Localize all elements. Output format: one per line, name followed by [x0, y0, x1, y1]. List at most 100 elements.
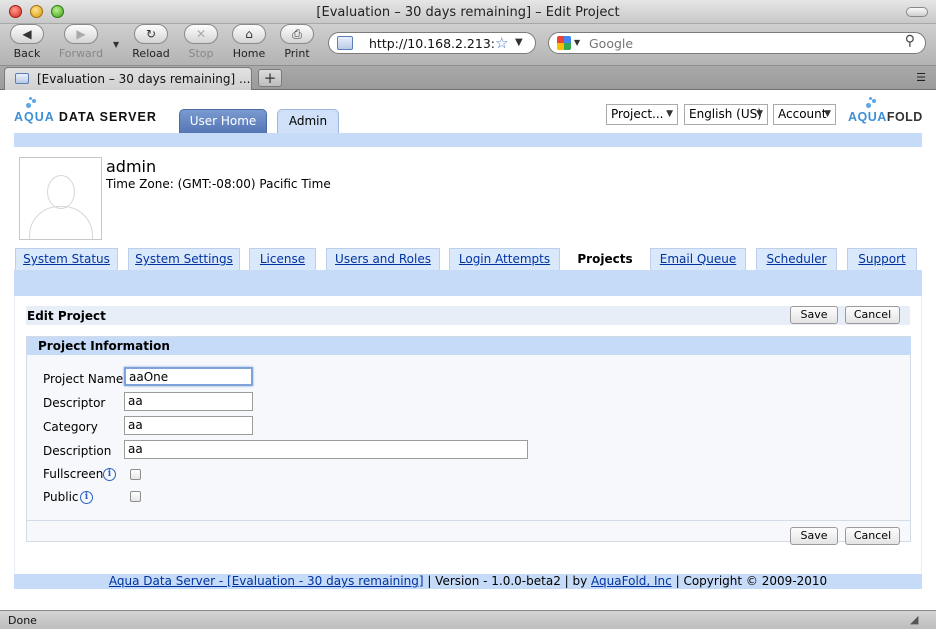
tab-system-settings[interactable]: System Settings	[128, 248, 240, 270]
search-input[interactable]	[589, 36, 889, 51]
header-band	[14, 133, 922, 147]
forward-label: Forward	[58, 47, 104, 60]
version-text: | Version - 1.0.0-beta2 | by	[427, 574, 588, 588]
project-select-value: Project...	[611, 107, 664, 121]
section-title: Project Information	[38, 339, 170, 353]
tab-support[interactable]: Support	[847, 248, 917, 270]
page-title: Edit Project	[27, 309, 106, 323]
company-link[interactable]: AquaFold, Inc	[591, 574, 672, 588]
status-bar: Done ◢	[0, 610, 936, 629]
search-bar[interactable]: ▼ ⚲	[548, 32, 926, 54]
tab-license[interactable]: License	[249, 248, 316, 270]
history-dropdown-icon[interactable]: ▼	[113, 40, 119, 49]
info-icon[interactable]: i	[103, 468, 116, 481]
product-link[interactable]: Aqua Data Server - [Evaluation - 30 days…	[109, 574, 424, 588]
fullscreen-checkbox[interactable]	[130, 469, 141, 480]
project-name-input[interactable]: aaOne	[124, 367, 253, 386]
admin-tab-band	[14, 270, 922, 296]
stop-button[interactable]: ✕ Stop	[178, 24, 224, 60]
tab-system-status[interactable]: System Status	[15, 248, 118, 270]
project-select[interactable]: Project... ▼	[606, 104, 678, 125]
account-select[interactable]: Account ▼	[773, 104, 836, 125]
print-button[interactable]: ⎙ Print	[274, 24, 320, 60]
chevron-down-icon: ▼	[756, 109, 763, 119]
page-icon	[337, 36, 353, 50]
tab-users-and-roles[interactable]: Users and Roles	[326, 248, 440, 270]
print-label: Print	[284, 47, 310, 60]
address-bar[interactable]: http://10.168.2.213: ☆ ▼	[328, 32, 536, 54]
stop-icon: ✕	[184, 24, 218, 44]
description-input[interactable]: aa	[124, 440, 528, 459]
printer-icon: ⎙	[280, 24, 314, 44]
public-checkbox[interactable]	[130, 491, 141, 502]
tab-login-attempts[interactable]: Login Attempts	[449, 248, 560, 270]
browser-toolbar: ◀ Back ▶ Forward ▼ ↻ Reload ✕ Stop ⌂ Hom…	[0, 24, 936, 66]
tab-admin[interactable]: Admin	[277, 109, 339, 133]
cancel-button[interactable]: Cancel	[845, 527, 900, 545]
chevron-down-icon: ▼	[666, 109, 673, 119]
user-name: admin	[106, 157, 157, 176]
category-input[interactable]: aa	[124, 416, 253, 435]
logo-bubbles-icon	[866, 97, 880, 109]
logo-text: AQUA DATA SERVER	[14, 110, 157, 124]
address-dropdown-icon[interactable]: ▼	[515, 37, 523, 48]
tab-user-home[interactable]: User Home	[179, 109, 267, 133]
home-button[interactable]: ⌂ Home	[226, 24, 272, 60]
info-icon[interactable]: i	[80, 491, 93, 504]
tab-label[interactable]: Email Queue	[660, 252, 737, 266]
tab-page-icon	[15, 73, 29, 84]
resize-grip-icon[interactable]: ◢	[910, 613, 924, 627]
new-tab-button[interactable]: +	[258, 69, 282, 87]
tab-label[interactable]: Scheduler	[766, 252, 826, 266]
reload-button[interactable]: ↻ Reload	[128, 24, 174, 60]
tab-label[interactable]: Login Attempts	[459, 252, 550, 266]
window-title: [Evaluation – 30 days remaining] – Edit …	[316, 5, 620, 20]
bookmark-star-icon[interactable]: ☆	[495, 34, 508, 52]
save-button[interactable]: Save	[790, 527, 838, 545]
tab-label[interactable]: Projects	[577, 252, 632, 266]
account-select-value: Account	[778, 107, 827, 121]
logo-aqua-text: AQUA	[14, 110, 55, 124]
browser-tab[interactable]: [Evaluation – 30 days remaining] ...	[4, 67, 252, 90]
avatar	[19, 157, 102, 240]
search-engine-dropdown-icon[interactable]: ▼	[574, 38, 580, 47]
reload-icon: ↻	[134, 24, 168, 44]
save-button[interactable]: Save	[790, 306, 838, 324]
forward-arrow-icon: ▶	[64, 24, 98, 44]
web-page: AQUA DATA SERVER User Home Admin Project…	[0, 91, 936, 610]
tab-label[interactable]: System Settings	[135, 252, 233, 266]
descriptor-label: Descriptor	[43, 396, 106, 410]
google-icon[interactable]	[557, 36, 571, 50]
home-label: Home	[232, 47, 266, 60]
tab-label[interactable]: License	[260, 252, 305, 266]
cancel-button[interactable]: Cancel	[845, 306, 900, 324]
divider	[27, 520, 911, 521]
tab-label[interactable]: System Status	[23, 252, 110, 266]
project-name-label: Project Name	[43, 372, 124, 386]
toolbar-toggle-button[interactable]	[906, 7, 928, 17]
category-label: Category	[43, 420, 98, 434]
footer: Aqua Data Server - [Evaluation - 30 days…	[14, 574, 922, 589]
public-label: Public	[43, 490, 79, 504]
logo-rest-text: DATA SERVER	[54, 110, 157, 124]
project-information-header: Project Information	[27, 337, 911, 355]
language-select[interactable]: English (US) ▼	[684, 104, 768, 125]
address-text[interactable]: http://10.168.2.213:	[369, 36, 495, 51]
tab-scheduler[interactable]: Scheduler	[756, 248, 837, 270]
tab-projects[interactable]: Projects	[569, 248, 641, 270]
tab-email-queue[interactable]: Email Queue	[650, 248, 746, 270]
logo-bubbles-icon	[26, 97, 40, 109]
back-arrow-icon: ◀	[10, 24, 44, 44]
search-icon[interactable]: ⚲	[905, 33, 915, 49]
copyright-text: | Copyright © 2009-2010	[675, 574, 828, 588]
tab-label[interactable]: Users and Roles	[335, 252, 431, 266]
forward-button[interactable]: ▶ Forward	[58, 24, 104, 60]
tab-label[interactable]: Support	[858, 252, 905, 266]
stop-label: Stop	[188, 47, 214, 60]
window-titlebar: [Evaluation – 30 days remaining] – Edit …	[0, 0, 936, 24]
tab-bar: [Evaluation – 30 days remaining] ... + ☰	[0, 66, 936, 90]
edit-project-header: Edit Project	[26, 306, 910, 325]
tab-list-icon[interactable]: ☰	[910, 69, 932, 87]
back-button[interactable]: ◀ Back	[4, 24, 50, 60]
descriptor-input[interactable]: aa	[124, 392, 253, 411]
